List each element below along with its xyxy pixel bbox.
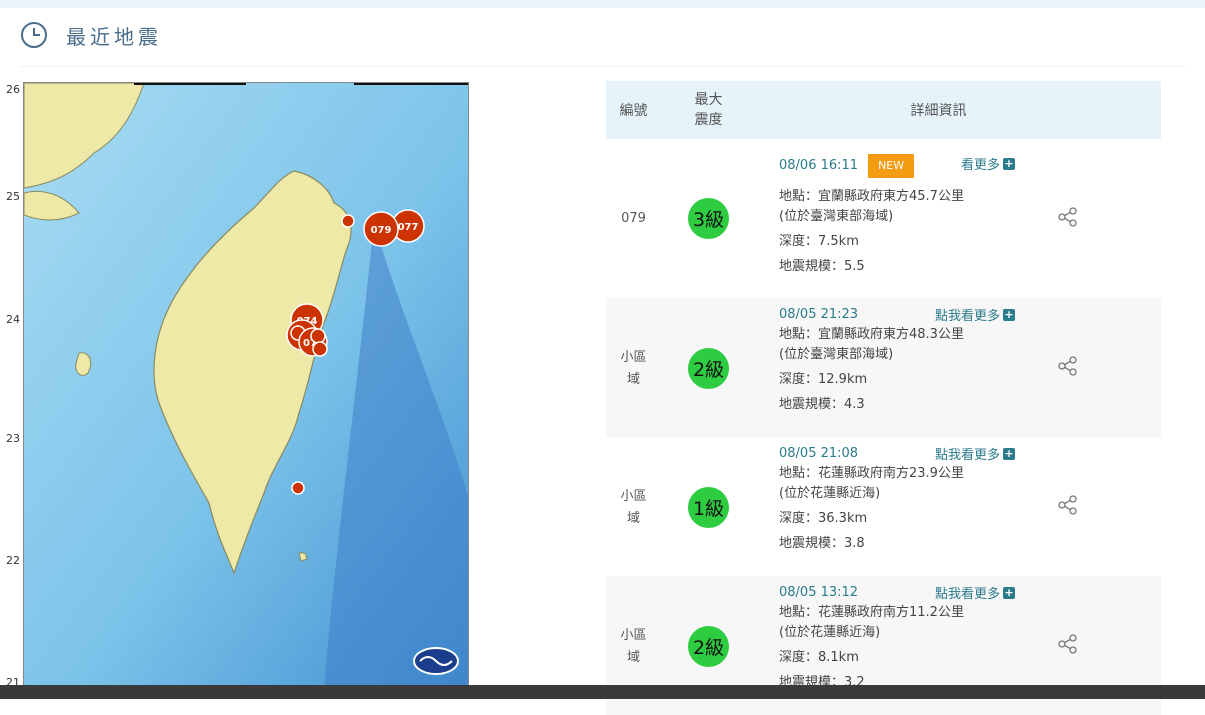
earthquake-table: 編號 最大 震度 詳細資訊 079 3級 08/06 16:11 NEW 地點：… [606,81,1161,715]
marker-label: 079 [371,225,392,236]
table-header: 編號 最大 震度 詳細資訊 [606,81,1161,139]
marker-label: 077 [398,222,419,233]
intensity-badge: 2級 [688,626,729,667]
plus-icon: + [1003,446,1015,460]
taskbar [0,685,1205,699]
event-area: (位於臺灣東部海域) [779,347,894,362]
page-title: 最近地震 [66,24,162,49]
table-row[interactable]: 小區 域 2級 08/05 21:23 地點：宜蘭縣政府東方48.3公里 (位於… [606,298,1161,437]
plus-icon: + [1003,156,1015,170]
event-time: 08/06 16:11 [779,158,859,173]
earthquake-marker[interactable] [291,481,305,495]
earthquake-marker[interactable] [341,214,355,228]
intensity-badge: 2級 [688,348,729,389]
see-more-link[interactable]: 看更多 + [961,154,1015,173]
intensity-badge: 1級 [688,487,729,528]
event-depth: 深度：12.9km [779,372,868,387]
see-more-label: 點我看更多 [934,309,1000,324]
event-area: (位於花蓮縣近海) [779,486,881,501]
green-island [298,552,308,562]
earthquake-marker[interactable] [312,341,328,357]
lat-label: 26 [6,83,20,96]
event-area: (位於臺灣東部海域) [779,209,894,224]
col-header-id: 編號 [619,103,648,119]
event-magnitude: 地震規模：5.5 [779,259,865,274]
event-location: 地點：宜蘭縣政府東方45.7公里 [779,189,964,204]
top-bar [0,0,1205,8]
event-magnitude: 地震規模：4.3 [779,397,865,412]
lat-label: 25 [6,190,20,203]
share-icon[interactable] [1058,356,1078,376]
see-more-link[interactable]: 點我看更多 + [935,305,1015,324]
event-area: (位於花蓮縣近海) [779,625,881,640]
see-more-label: 點我看更多 [934,587,1000,602]
new-badge: NEW [868,154,915,178]
see-more-label: 點我看更多 [934,448,1000,463]
earthquake-marker[interactable] [310,328,326,344]
earthquake-map[interactable]: 077 079 074 07 [23,82,469,688]
event-id: 小區 域 [620,489,647,526]
plus-icon: + [1003,307,1015,321]
earthquake-marker[interactable]: 079 [363,211,399,247]
event-id: 079 [621,211,646,226]
share-icon[interactable] [1058,634,1078,654]
event-depth: 深度：7.5km [779,234,859,249]
event-depth: 深度：8.1km [779,650,859,665]
plus-icon: + [1003,585,1015,599]
share-icon[interactable] [1058,207,1078,227]
event-id: 小區 域 [620,628,647,665]
event-location: 地點：花蓮縣政府南方11.2公里 [779,605,964,620]
table-row[interactable]: 小區 域 1級 08/05 21:08 地點：花蓮縣政府南方23.9公里 (位於… [606,437,1161,576]
event-magnitude: 地震規模：3.8 [779,536,865,551]
event-id: 小區 域 [620,350,647,387]
section-header: 最近地震 [20,18,162,52]
lat-label: 24 [6,313,20,326]
penghu-islands [75,352,92,376]
share-icon[interactable] [1058,495,1078,515]
event-location: 地點：宜蘭縣政府東方48.3公里 [779,327,964,342]
lat-label: 22 [6,554,20,567]
see-more-link[interactable]: 點我看更多 + [935,444,1015,463]
event-depth: 深度：36.3km [779,511,868,526]
event-location: 地點：花蓮縣政府南方23.9公里 [779,466,964,481]
clock-icon [21,22,47,48]
divider [20,66,1185,67]
table-row[interactable]: 079 3級 08/06 16:11 NEW 地點：宜蘭縣政府東方45.7公里 … [606,139,1161,278]
intensity-badge: 3級 [688,198,729,239]
col-header-detail: 詳細資訊 [910,103,967,119]
cwb-logo [413,647,459,675]
see-more-label: 看更多 [960,158,1000,173]
see-more-link[interactable]: 點我看更多 + [935,583,1015,602]
lat-label: 23 [6,432,20,445]
col-header-intensity: 最大 震度 [694,92,723,128]
